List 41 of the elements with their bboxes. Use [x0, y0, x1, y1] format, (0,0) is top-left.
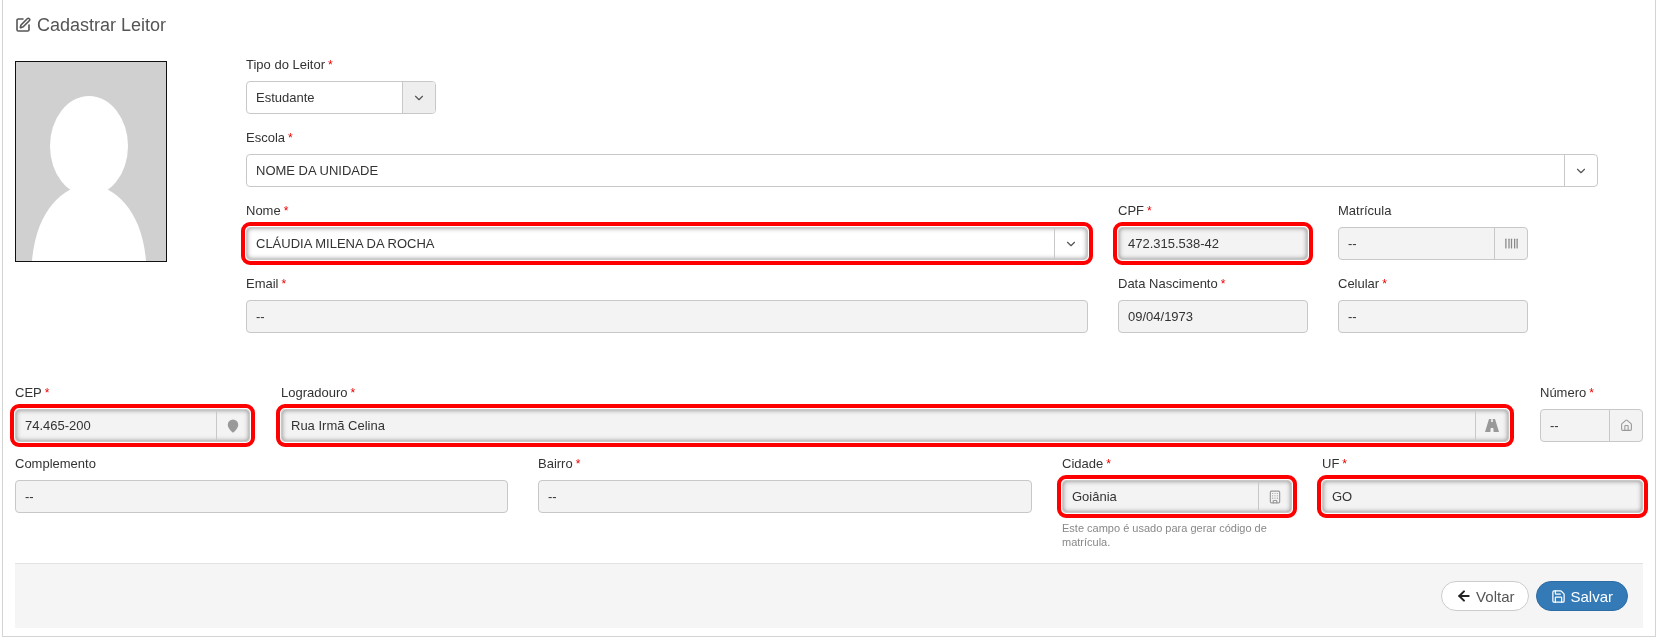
field-label: UF: [1322, 455, 1340, 473]
edit-icon: [15, 17, 31, 33]
field-label: Email: [246, 275, 279, 293]
field-label: CPF: [1118, 202, 1144, 220]
field-label: Data Nascimento: [1118, 275, 1218, 293]
field-label: Escola: [246, 129, 286, 147]
required-mark: *: [328, 57, 333, 74]
field-label: Matrícula: [1338, 202, 1392, 220]
building-icon: [1268, 489, 1282, 504]
field-label: Nome: [246, 202, 281, 220]
field-label: Complemento: [15, 455, 96, 473]
required-mark: *: [1589, 385, 1594, 402]
required-mark: *: [350, 385, 356, 402]
save-icon: [1551, 588, 1567, 604]
field-label: Tipo do Leitor: [246, 56, 325, 74]
required-mark: *: [44, 385, 50, 402]
required-mark: *: [1220, 276, 1226, 293]
field-label: Cidade: [1062, 455, 1104, 473]
required-mark: *: [283, 203, 289, 220]
required-mark: *: [281, 276, 287, 293]
required-mark: *: [575, 456, 581, 473]
field-label: Número: [1540, 384, 1587, 402]
field-label: Logradouro: [281, 384, 348, 402]
home-icon: [1619, 419, 1633, 432]
barcode-icon: [1503, 236, 1519, 251]
field-label: Bairro: [538, 455, 573, 473]
help-text: Este campo é usado para gerar código de matrícula.: [1062, 521, 1268, 549]
road-icon: [1485, 419, 1499, 432]
field-label: Celular: [1338, 275, 1380, 293]
required-mark: *: [288, 130, 293, 147]
required-mark: *: [1106, 456, 1111, 473]
select-field[interactable]: Estudante: [246, 81, 436, 114]
required-mark: *: [1342, 456, 1347, 473]
required-mark: *: [1147, 203, 1152, 220]
save-button[interactable]: Salvar: [1536, 581, 1628, 611]
select-field[interactable]: NOME DA UNIDADE: [246, 154, 1598, 187]
page-title: Cadastrar Leitor: [37, 14, 167, 37]
map-pin-icon: [226, 418, 240, 433]
field-label: CEP: [15, 384, 42, 402]
required-mark: *: [1382, 276, 1387, 293]
back-button[interactable]: Voltar: [1441, 581, 1530, 611]
